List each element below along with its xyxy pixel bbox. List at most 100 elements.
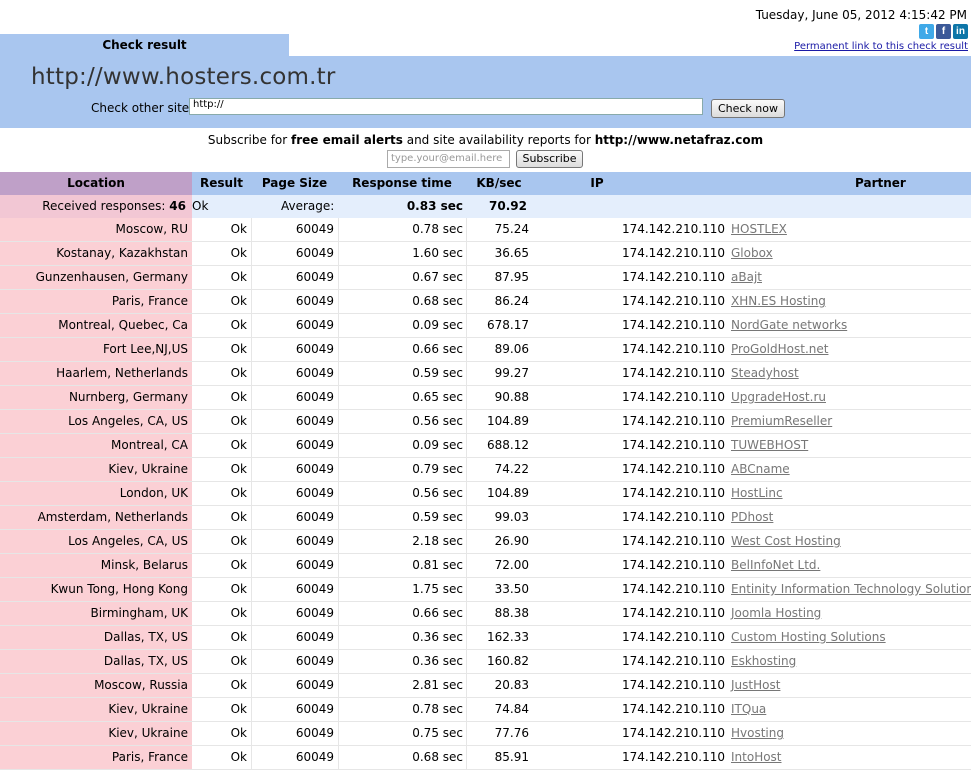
- cell-location: Los Angeles, CA, US: [0, 410, 192, 433]
- subscribe-button[interactable]: Subscribe: [516, 150, 583, 168]
- cell-location: Dallas, TX, US: [0, 626, 192, 649]
- cell-ip: 174.142.210.110: [621, 750, 725, 764]
- cell-location: Paris, France: [0, 746, 192, 769]
- partner-link[interactable]: ABCname: [730, 458, 971, 481]
- cell-result: Ok: [230, 630, 247, 644]
- header-kb-sec[interactable]: KB/sec: [466, 172, 532, 195]
- cell-kb-sec: 20.83: [466, 674, 532, 697]
- table-row: Haarlem, Netherlands Ok 60049 0.59 sec 99.27…: [0, 362, 971, 386]
- cell-location: Montreal, CA: [0, 434, 192, 457]
- table-row: Los Angeles, CA, US Ok 60049 0.56 sec 104.89…: [0, 410, 971, 434]
- facebook-icon[interactable]: f: [936, 24, 951, 39]
- cell-response-time: 0.75 sec: [338, 722, 466, 745]
- table-body: Moscow, RU Ok 60049 0.78 sec 75.24 174.142.21…: [0, 218, 971, 770]
- partner-link[interactable]: West Cost Hosting: [730, 530, 971, 553]
- received-count: 46: [169, 199, 186, 213]
- partner-link[interactable]: HOSTLEX: [730, 218, 971, 241]
- cell-result: Ok: [230, 486, 247, 500]
- average-kb: 70.92: [489, 199, 527, 213]
- partner-link[interactable]: JustHost: [730, 674, 971, 697]
- cell-response-time: 0.56 sec: [338, 482, 466, 505]
- linkedin-icon[interactable]: in: [953, 24, 968, 39]
- cell-ip: 174.142.210.110: [621, 246, 725, 260]
- header-response-time[interactable]: Response time: [338, 172, 466, 195]
- cell-ip: 174.142.210.110: [621, 414, 725, 428]
- partner-link[interactable]: Joomla Hosting: [730, 602, 971, 625]
- header-ip[interactable]: IP: [532, 172, 730, 195]
- partner-link[interactable]: XHN.ES Hosting: [730, 290, 971, 313]
- partner-link[interactable]: Hvosting: [730, 722, 971, 745]
- twitter-icon[interactable]: t: [919, 24, 934, 39]
- cell-location: Los Angeles, CA, US: [0, 530, 192, 553]
- cell-kb-sec: 88.38: [466, 602, 532, 625]
- cell-ip: 174.142.210.110: [621, 486, 725, 500]
- table-row: Kostanay, Kazakhstan Ok 60049 1.60 sec 36.65…: [0, 242, 971, 266]
- cell-ip: 174.142.210.110: [621, 318, 725, 332]
- cell-location: Paris, France: [0, 290, 192, 313]
- cell-kb-sec: 99.27: [466, 362, 532, 385]
- summary-empty-ip: [532, 195, 730, 218]
- partner-link[interactable]: ITQua: [730, 698, 971, 721]
- cell-page-size: 60049: [251, 722, 338, 745]
- email-input[interactable]: type.your@email.here: [387, 150, 510, 168]
- permanent-link[interactable]: Permanent link to this check result: [794, 41, 968, 52]
- partner-link[interactable]: Entinity Information Technology Solution…: [730, 578, 971, 601]
- cell-kb-sec: 86.24: [466, 290, 532, 313]
- header-result[interactable]: Result: [192, 172, 251, 195]
- table-row: Minsk, Belarus Ok 60049 0.81 sec 72.00 174.14…: [0, 554, 971, 578]
- cell-response-time: 0.36 sec: [338, 626, 466, 649]
- cell-kb-sec: 688.12: [466, 434, 532, 457]
- partner-link[interactable]: HostLinc: [730, 482, 971, 505]
- partner-link[interactable]: BelInfoNet Ltd.: [730, 554, 971, 577]
- partner-link[interactable]: aBajt: [730, 266, 971, 289]
- cell-kb-sec: 77.76: [466, 722, 532, 745]
- cell-ip: 174.142.210.110: [621, 726, 725, 740]
- cell-response-time: 0.66 sec: [338, 338, 466, 361]
- cell-location: Haarlem, Netherlands: [0, 362, 192, 385]
- cell-result: Ok: [230, 726, 247, 740]
- tab-check-result[interactable]: Check result: [0, 34, 289, 56]
- cell-location: Montreal, Quebec, Ca: [0, 314, 192, 337]
- cell-kb-sec: 90.88: [466, 386, 532, 409]
- cell-page-size: 60049: [251, 290, 338, 313]
- cell-page-size: 60049: [251, 362, 338, 385]
- received-label: Received responses:: [42, 199, 166, 213]
- cell-ip: 174.142.210.110: [621, 294, 725, 308]
- header-page-size[interactable]: Page Size: [251, 172, 338, 195]
- table-row: Moscow, Russia Ok 60049 2.81 sec 20.83 174.14…: [0, 674, 971, 698]
- check-now-button[interactable]: Check now: [711, 99, 785, 118]
- summary-ok: Ok: [192, 199, 209, 213]
- cell-ip: 174.142.210.110: [621, 510, 725, 524]
- check-other-site-input[interactable]: http://: [189, 98, 703, 115]
- table-row: Gunzenhausen, Germany Ok 60049 0.67 sec 87.9…: [0, 266, 971, 290]
- partner-link[interactable]: Eskhosting: [730, 650, 971, 673]
- table-row: Kiev, Ukraine Ok 60049 0.78 sec 74.84 174.142…: [0, 698, 971, 722]
- cell-result: Ok: [230, 702, 247, 716]
- partner-link[interactable]: NordGate networks: [730, 314, 971, 337]
- partner-link[interactable]: Custom Hosting Solutions: [730, 626, 971, 649]
- cell-response-time: 0.59 sec: [338, 506, 466, 529]
- header-location[interactable]: Location: [0, 172, 192, 195]
- cell-result: Ok: [230, 438, 247, 452]
- cell-result: Ok: [230, 750, 247, 764]
- partner-link[interactable]: PDhost: [730, 506, 971, 529]
- cell-result: Ok: [230, 270, 247, 284]
- cell-response-time: 0.68 sec: [338, 290, 466, 313]
- cell-ip: 174.142.210.110: [621, 678, 725, 692]
- partner-link[interactable]: PremiumReseller: [730, 410, 971, 433]
- cell-ip: 174.142.210.110: [621, 558, 725, 572]
- cell-ip: 174.142.210.110: [621, 438, 725, 452]
- cell-result: Ok: [230, 678, 247, 692]
- cell-ip: 174.142.210.110: [621, 366, 725, 380]
- partner-link[interactable]: Steadyhost: [730, 362, 971, 385]
- partner-link[interactable]: Globox: [730, 242, 971, 265]
- cell-response-time: 0.59 sec: [338, 362, 466, 385]
- cell-result: Ok: [230, 510, 247, 524]
- partner-link[interactable]: IntoHost: [730, 746, 971, 769]
- partner-link[interactable]: UpgradeHost.ru: [730, 386, 971, 409]
- cell-page-size: 60049: [251, 674, 338, 697]
- partner-link[interactable]: ProGoldHost.net: [730, 338, 971, 361]
- header-partner[interactable]: Partner: [730, 172, 971, 195]
- partner-link[interactable]: TUWEBHOST: [730, 434, 971, 457]
- table-row: London, UK Ok 60049 0.56 sec 104.89 174.142.2…: [0, 482, 971, 506]
